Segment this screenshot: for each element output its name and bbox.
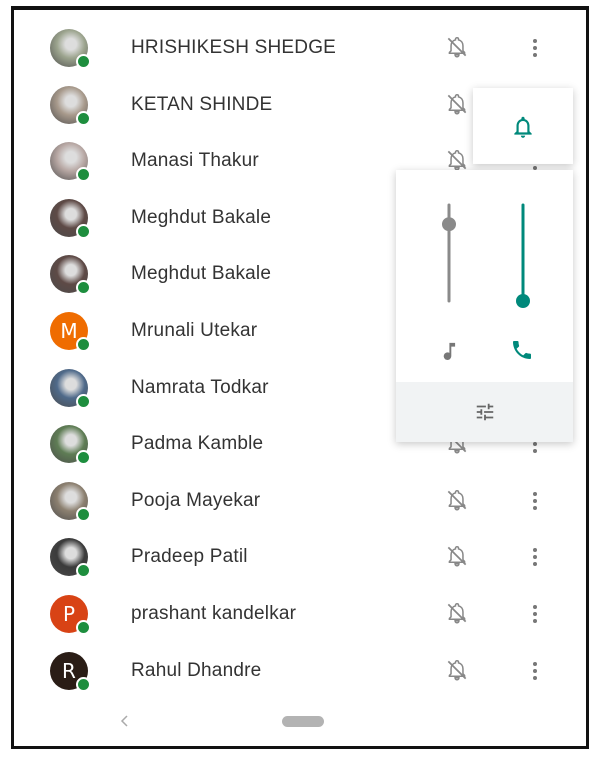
mute-notifications-icon[interactable] — [444, 91, 470, 117]
contact-row[interactable]: Pradeep Patil — [14, 529, 586, 585]
mute-notifications-icon[interactable] — [444, 600, 470, 626]
online-status-dot — [76, 167, 91, 183]
more-options-icon[interactable] — [525, 36, 545, 60]
music-note-icon — [443, 342, 456, 360]
avatar — [50, 29, 91, 69]
avatar — [50, 538, 91, 579]
online-status-dot — [76, 280, 91, 296]
avatar: M — [50, 312, 91, 352]
call-slider-thumb[interactable] — [516, 294, 530, 308]
mute-notifications-icon[interactable] — [444, 657, 470, 683]
contact-name: Padma Kamble — [131, 433, 264, 455]
more-options-icon[interactable] — [525, 489, 545, 513]
media-slider-thumb[interactable] — [442, 217, 456, 232]
avatar: R — [50, 651, 91, 692]
contact-name: Pooja Mayekar — [131, 489, 261, 511]
avatar — [50, 85, 91, 126]
contact-name: Namrata Todkar — [131, 376, 269, 398]
volume-sliders — [442, 203, 531, 360]
online-status-dot — [76, 393, 91, 409]
contact-name: HRISHIKESH SHEDGE — [131, 37, 337, 58]
online-status-dot — [76, 620, 91, 635]
contact-row[interactable]: Pprashant kandelkar — [14, 586, 586, 642]
ringer-panel — [473, 88, 573, 164]
contact-name: Meghdut Bakale — [131, 206, 272, 228]
more-options-icon[interactable] — [525, 545, 545, 569]
contact-name: Mrunali Utekar — [131, 320, 258, 341]
avatar — [50, 425, 91, 466]
volume-settings-bar[interactable] — [396, 382, 573, 442]
online-status-dot — [76, 223, 91, 239]
avatar — [50, 368, 91, 409]
more-options-icon[interactable] — [525, 602, 545, 626]
sliders-icon[interactable] — [474, 401, 496, 423]
contact-name: Pradeep Patil — [131, 546, 248, 568]
avatar: P — [50, 595, 91, 635]
contact-row[interactable]: HRISHIKESH SHEDGE — [14, 20, 586, 76]
online-status-dot — [76, 506, 91, 522]
phone-icon — [513, 341, 531, 359]
contact-name: prashant kandelkar — [131, 603, 297, 624]
avatar — [50, 198, 91, 239]
mute-notifications-icon[interactable] — [444, 487, 470, 513]
online-status-dot — [76, 54, 91, 69]
avatar — [50, 142, 91, 183]
volume-panel — [396, 170, 573, 442]
screen-frame: HRISHIKESH SHEDGE KETAN SHINDE Manasi Thak… — [11, 6, 589, 749]
contact-row[interactable]: R Rahul Dhandre — [14, 643, 586, 699]
contact-name: Rahul Dhandre — [131, 659, 262, 681]
navigation-bar — [14, 706, 586, 746]
avatar — [50, 481, 91, 522]
mute-notifications-icon[interactable] — [444, 543, 470, 569]
bell-icon[interactable] — [510, 114, 536, 140]
more-options-icon[interactable] — [525, 659, 545, 683]
contact-name: KETAN SHINDE — [131, 93, 273, 115]
online-status-dot — [76, 450, 91, 466]
back-icon[interactable] — [118, 714, 132, 728]
contact-name: Manasi Thakur — [131, 150, 259, 172]
online-status-dot — [76, 676, 91, 692]
online-status-dot — [76, 337, 91, 352]
avatar — [50, 255, 91, 296]
mute-notifications-icon[interactable] — [444, 34, 470, 60]
home-pill[interactable] — [282, 716, 324, 727]
online-status-dot — [76, 110, 91, 126]
contact-name: Meghdut Bakale — [131, 263, 272, 285]
online-status-dot — [76, 563, 91, 579]
contact-row[interactable]: Pooja Mayekar — [14, 473, 586, 529]
